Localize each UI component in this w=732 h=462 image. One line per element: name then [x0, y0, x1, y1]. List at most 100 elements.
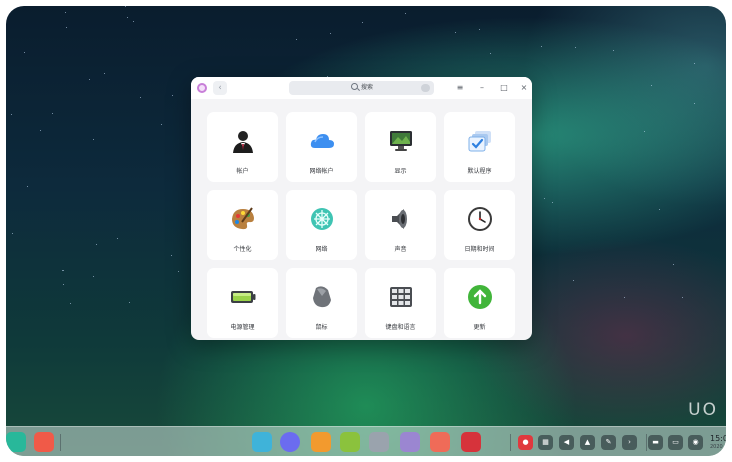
settings-tile[interactable]: 声音 — [365, 190, 436, 260]
battery-icon — [230, 284, 256, 310]
star — [27, 186, 29, 188]
update-icon — [467, 284, 493, 310]
launcher-icon[interactable] — [6, 432, 26, 452]
settings-tile-label: 个性化 — [233, 246, 252, 253]
settings-tile[interactable]: 默认程序 — [444, 112, 515, 182]
maximize-button[interactable]: □ — [497, 81, 511, 95]
star — [405, 13, 407, 15]
network-icon — [309, 206, 335, 232]
star — [92, 139, 94, 141]
star — [140, 97, 142, 99]
star — [132, 21, 134, 23]
star — [177, 271, 179, 273]
music-icon[interactable] — [340, 432, 360, 452]
settings-tile-label: 键盘和语言 — [385, 324, 416, 331]
star — [694, 62, 696, 64]
back-button[interactable]: ‹ — [213, 81, 227, 95]
notification-icon[interactable]: ▲ — [580, 435, 595, 450]
tray-app-icon[interactable]: ● — [518, 435, 533, 450]
star — [624, 296, 626, 298]
voice-search-icon[interactable] — [421, 84, 430, 92]
minimize-button[interactable]: – — [475, 81, 489, 95]
settings-tile[interactable]: 网络帐户 — [286, 112, 357, 182]
app-logo-icon — [197, 83, 207, 93]
cloud-icon — [309, 128, 335, 154]
desktop: UO ‹ 搜索 ≡ – □ × 帐户 网络帐户 显示 默认程序 个性化 网络 声音 日期和时间… — [6, 6, 726, 456]
star — [171, 94, 173, 96]
close-button[interactable]: × — [517, 81, 531, 95]
default-apps-icon — [467, 128, 493, 154]
star — [116, 237, 118, 239]
star — [23, 52, 25, 54]
settings-tile[interactable]: 网络 — [286, 190, 357, 260]
expand-tray-icon[interactable]: › — [622, 435, 637, 450]
settings-tile[interactable]: 更新 — [444, 268, 515, 338]
star — [552, 201, 554, 203]
clock-time[interactable]: 15:0 — [710, 434, 726, 443]
settings-tile-label: 帐户 — [236, 168, 249, 175]
star — [296, 38, 298, 40]
star — [96, 243, 98, 245]
star — [682, 296, 684, 298]
star — [575, 46, 577, 48]
star — [64, 12, 66, 14]
star — [65, 26, 67, 28]
display-icon — [388, 128, 414, 154]
star — [92, 275, 94, 277]
font-manager-icon[interactable] — [400, 432, 420, 452]
file-manager-icon[interactable] — [252, 432, 272, 452]
search-placeholder: 搜索 — [361, 84, 374, 91]
clock-date[interactable]: 2020 — [710, 444, 723, 450]
keyboard-tray-icon[interactable]: ▦ — [538, 435, 553, 450]
star — [330, 33, 332, 35]
account-icon — [230, 128, 256, 154]
star — [160, 124, 162, 126]
settings-tile-label: 显示 — [394, 168, 407, 175]
control-center-icon[interactable] — [369, 432, 389, 452]
star — [673, 264, 675, 266]
settings-tile-label: 鼠标 — [315, 324, 328, 331]
clock-icon — [467, 206, 493, 232]
settings-tile[interactable]: 个性化 — [207, 190, 278, 260]
star — [613, 49, 615, 51]
multitask-icon[interactable]: ▬ — [648, 435, 663, 450]
star — [658, 209, 660, 211]
power-icon[interactable]: ◉ — [688, 435, 703, 450]
window-titlebar[interactable]: ‹ 搜索 ≡ – □ × — [191, 77, 532, 99]
browser-icon[interactable] — [280, 432, 300, 452]
volume-icon[interactable]: ◀ — [559, 435, 574, 450]
speaker-icon — [388, 206, 414, 232]
star — [171, 255, 173, 257]
show-desktop-icon[interactable]: ▭ — [668, 435, 683, 450]
settings-window: ‹ 搜索 ≡ – □ × 帐户 网络帐户 显示 默认程序个性化 网络 声音 日期和时间电源管… — [191, 77, 532, 340]
search-icon — [351, 83, 358, 90]
star — [63, 283, 65, 285]
settings-tile-label: 声音 — [394, 246, 407, 253]
star — [127, 17, 129, 19]
star — [89, 79, 91, 81]
settings-tile[interactable]: 电源管理 — [207, 268, 278, 338]
settings-tile[interactable]: 日期和时间 — [444, 190, 515, 260]
star — [40, 129, 42, 131]
settings-tile[interactable]: 帐户 — [207, 112, 278, 182]
star — [540, 45, 542, 47]
pen-icon[interactable]: ✎ — [601, 435, 616, 450]
star — [572, 280, 574, 282]
keyboard-icon — [388, 284, 414, 310]
star — [455, 31, 457, 33]
app-store-icon[interactable] — [311, 432, 331, 452]
star — [52, 112, 54, 114]
star — [693, 103, 695, 105]
search-input[interactable]: 搜索 — [289, 81, 434, 95]
settings-tile[interactable]: 显示 — [365, 112, 436, 182]
video-icon[interactable] — [430, 432, 450, 452]
star — [12, 232, 14, 234]
screen-recorder-icon[interactable] — [34, 432, 54, 452]
settings-tile[interactable]: 鼠标 — [286, 268, 357, 338]
settings-tile[interactable]: 键盘和语言 — [365, 268, 436, 338]
terminal-icon[interactable] — [461, 432, 481, 452]
settings-tile-label: 电源管理 — [230, 324, 255, 331]
settings-tile-label: 更新 — [473, 324, 486, 331]
menu-button[interactable]: ≡ — [453, 81, 467, 95]
star — [70, 303, 72, 305]
